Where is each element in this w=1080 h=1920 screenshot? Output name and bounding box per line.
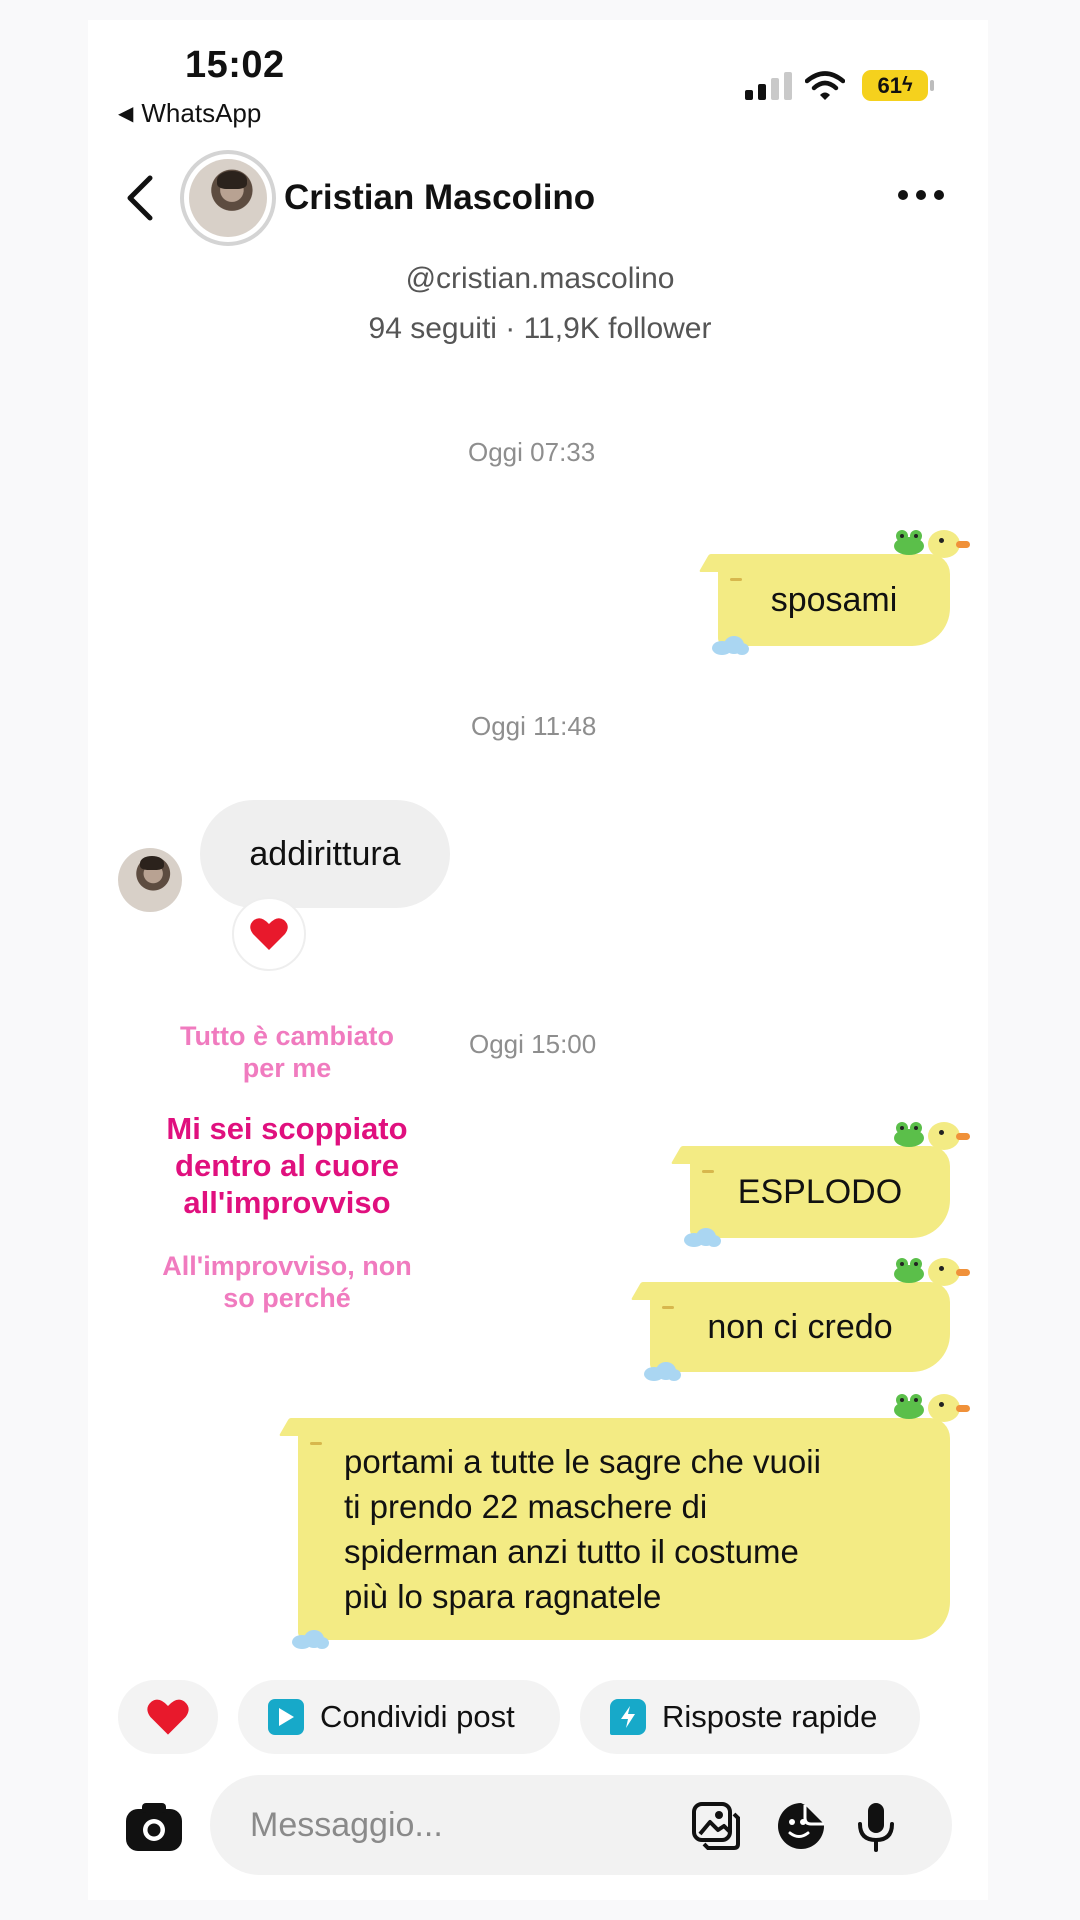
quick-replies-label: Risposte rapide bbox=[662, 1699, 878, 1734]
message-text: portami a tutte le sagre che vuoii ti pr… bbox=[344, 1443, 821, 1615]
duck-head-decoration bbox=[928, 1258, 970, 1286]
timestamp-divider: Oggi 07:33 bbox=[468, 437, 596, 467]
share-post-button[interactable]: Condividi post bbox=[238, 1680, 560, 1754]
message-composer bbox=[210, 1775, 952, 1875]
message-text: addirittura bbox=[249, 834, 401, 873]
frog-sticker-icon bbox=[894, 1122, 924, 1147]
outgoing-message[interactable]: portami a tutte le sagre che vuoii ti pr… bbox=[292, 1394, 970, 1649]
cloud-decoration-icon bbox=[292, 1630, 329, 1649]
camera-icon[interactable] bbox=[122, 1795, 186, 1859]
heart-icon bbox=[147, 1699, 189, 1735]
frog-sticker-icon bbox=[894, 1394, 924, 1419]
microphone-icon[interactable] bbox=[850, 1800, 902, 1852]
cloud-decoration-icon bbox=[644, 1362, 681, 1381]
contact-name[interactable]: Cristian Mascolino bbox=[284, 178, 595, 218]
avatar-photo bbox=[189, 159, 267, 237]
sender-avatar[interactable] bbox=[118, 848, 182, 912]
contact-handle: @cristian.mascolino bbox=[405, 262, 675, 295]
cellular-signal-icon bbox=[745, 72, 793, 100]
lightning-icon bbox=[610, 1699, 646, 1735]
lyric-line: All'improvviso, non so perché bbox=[162, 1251, 412, 1314]
wifi-icon bbox=[805, 71, 845, 100]
battery-indicator: 61 ϟ bbox=[862, 70, 928, 101]
back-to-app-link[interactable]: ◀ WhatsApp bbox=[118, 98, 261, 129]
share-post-label: Condividi post bbox=[320, 1699, 515, 1734]
message-text: ESPLODO bbox=[737, 1172, 903, 1211]
heart-icon bbox=[250, 918, 288, 950]
back-arrow-icon[interactable] bbox=[122, 172, 160, 224]
gallery-icon[interactable] bbox=[690, 1800, 742, 1852]
frog-sticker-icon bbox=[894, 530, 924, 555]
back-app-label: WhatsApp bbox=[141, 98, 262, 128]
play-icon bbox=[268, 1699, 304, 1735]
contact-avatar[interactable] bbox=[180, 150, 276, 246]
duck-head-decoration bbox=[928, 530, 970, 558]
heart-reaction[interactable] bbox=[232, 897, 306, 971]
back-triangle-icon: ◀ bbox=[118, 103, 134, 125]
message-text: non ci credo bbox=[707, 1307, 893, 1346]
charging-bolt-icon: ϟ bbox=[901, 74, 913, 96]
send-heart-button[interactable] bbox=[118, 1680, 218, 1754]
message-text: sposami bbox=[770, 580, 898, 619]
battery-level: 61 bbox=[877, 72, 902, 98]
lyric-line: Tutto è cambiato per me bbox=[179, 1021, 394, 1084]
duck-head-decoration bbox=[928, 1122, 970, 1150]
frog-sticker-icon bbox=[894, 1258, 924, 1283]
incoming-message[interactable]: addirittura bbox=[200, 800, 450, 908]
lyric-line-highlight: Mi sei scoppiato dentro al cuore all'imp… bbox=[166, 1111, 408, 1221]
message-input[interactable] bbox=[250, 1800, 650, 1850]
battery-cap bbox=[930, 80, 934, 91]
sticker-icon[interactable] bbox=[775, 1800, 827, 1852]
timestamp-divider: Oggi 15:00 bbox=[469, 1029, 597, 1059]
status-time: 15:02 bbox=[185, 44, 285, 86]
more-options-icon[interactable] bbox=[898, 190, 944, 200]
outgoing-message[interactable]: sposami bbox=[712, 530, 970, 655]
timestamp-divider: Oggi 11:48 bbox=[471, 711, 597, 741]
cloud-decoration-icon bbox=[712, 636, 749, 655]
cloud-decoration-icon bbox=[684, 1228, 721, 1247]
duck-head-decoration bbox=[928, 1394, 970, 1422]
outgoing-message[interactable]: ESPLODO bbox=[684, 1122, 970, 1247]
outgoing-message[interactable]: non ci credo bbox=[644, 1258, 970, 1381]
quick-replies-button[interactable]: Risposte rapide bbox=[580, 1680, 920, 1754]
contact-stats: 94 seguiti · 11,9K follower bbox=[368, 312, 712, 345]
